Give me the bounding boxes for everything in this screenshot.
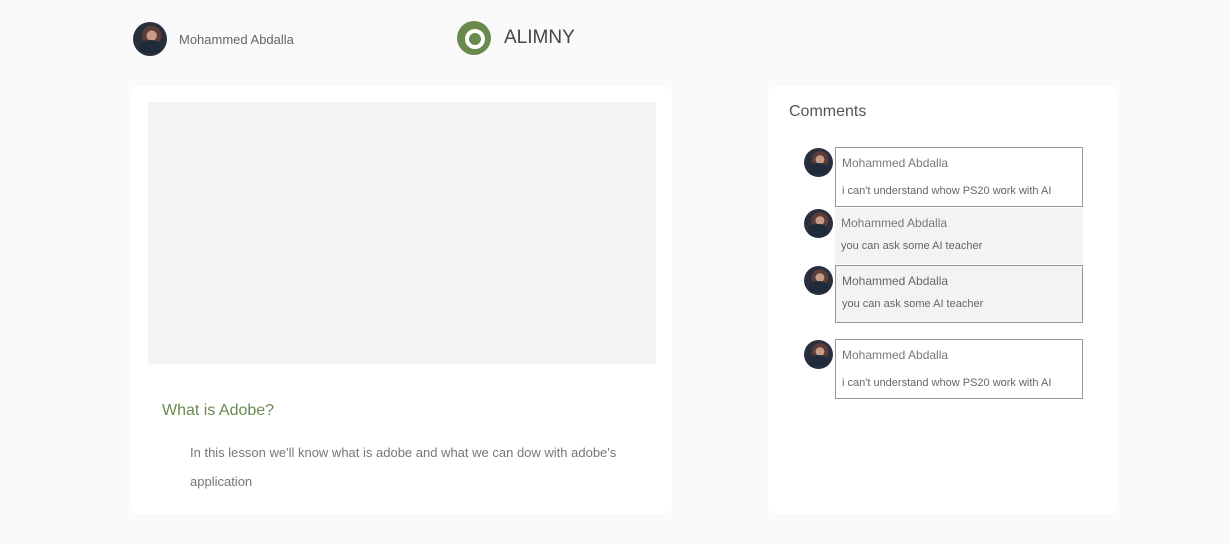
comment-text: i can't understand whow PS20 work with A… bbox=[842, 185, 1052, 197]
brand-name: ALIMNY bbox=[504, 27, 575, 48]
comment-author: Mohammed Abdalla bbox=[842, 348, 949, 362]
comment-text: you can ask some AI teacher bbox=[841, 240, 983, 252]
comment-text: you can ask some AI teacher bbox=[842, 298, 984, 310]
comment-author: Mohammed Abdalla bbox=[842, 156, 949, 170]
video-player[interactable] bbox=[148, 102, 656, 364]
brand[interactable]: ALIMNY bbox=[457, 21, 575, 55]
comment-text: i can't understand whow PS20 work with A… bbox=[842, 377, 1052, 389]
lesson-description: In this lesson we'll know what is adobe … bbox=[190, 445, 617, 489]
comments-title: Comments bbox=[789, 103, 867, 120]
comments-panel: Comments Mohammed Abdalla i can't unders… bbox=[768, 86, 1117, 514]
comment-item: Mohammed Abdalla you can ask some AI tea… bbox=[804, 208, 1084, 264]
comment-author: Mohammed Abdalla bbox=[842, 274, 949, 288]
user-avatar[interactable] bbox=[133, 22, 167, 56]
comment-box: Mohammed Abdalla you can ask some AI tea… bbox=[835, 265, 1083, 323]
comment-item: Mohammed Abdalla i can't understand whow… bbox=[804, 339, 1084, 399]
comment-item: Mohammed Abdalla you can ask some AI tea… bbox=[804, 265, 1084, 323]
lesson-title: What is Adobe? bbox=[162, 402, 275, 419]
comment-box: Mohammed Abdalla you can ask some AI tea… bbox=[835, 208, 1083, 264]
comment-box: Mohammed Abdalla i can't understand whow… bbox=[835, 147, 1083, 207]
lesson-card: What is Adobe? In this lesson we'll know… bbox=[131, 86, 672, 514]
comment-author: Mohammed Abdalla bbox=[841, 216, 948, 230]
header-user-name: Mohammed Abdalla bbox=[179, 31, 294, 47]
brand-logo-icon bbox=[457, 21, 491, 55]
header-user[interactable]: Mohammed Abdalla bbox=[133, 22, 294, 56]
comment-item: Mohammed Abdalla i can't understand whow… bbox=[804, 147, 1084, 207]
comment-avatar[interactable] bbox=[804, 209, 833, 238]
comment-box: Mohammed Abdalla i can't understand whow… bbox=[835, 339, 1083, 399]
comment-avatar[interactable] bbox=[804, 148, 833, 177]
comment-avatar[interactable] bbox=[804, 266, 833, 295]
comment-avatar[interactable] bbox=[804, 340, 833, 369]
